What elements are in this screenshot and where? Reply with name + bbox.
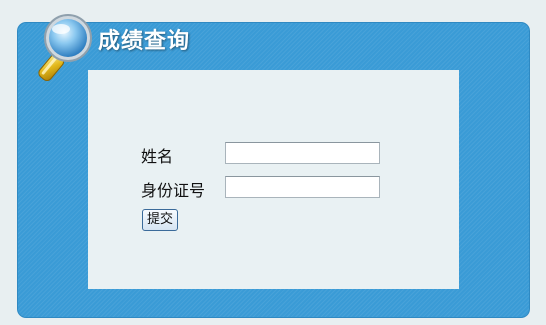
id-number-label: 身份证号 [141, 181, 206, 200]
name-label: 姓名 [141, 147, 174, 166]
id-number-input[interactable] [225, 176, 380, 198]
query-page: 成绩查询 姓名 身份证号 提交 [0, 0, 546, 325]
name-input[interactable] [225, 142, 380, 164]
page-title: 成绩查询 [98, 29, 191, 54]
submit-button[interactable]: 提交 [142, 209, 179, 231]
